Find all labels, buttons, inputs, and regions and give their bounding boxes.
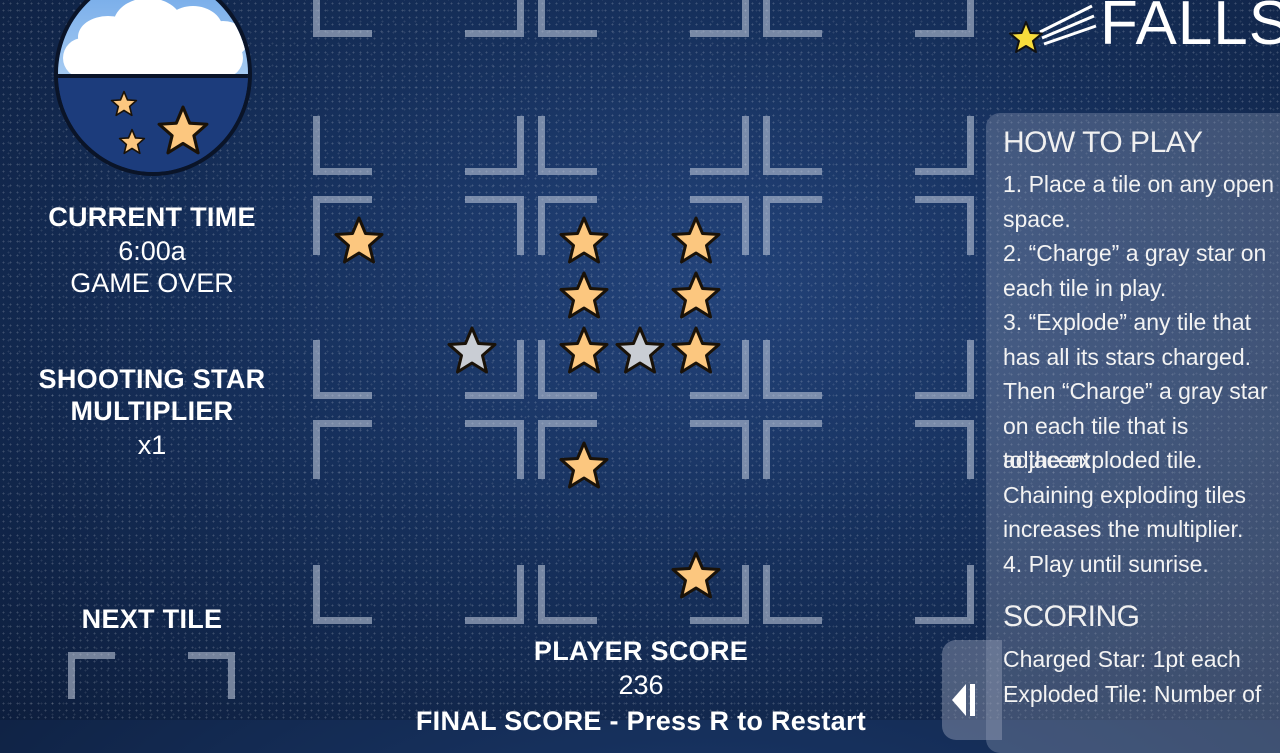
tile-slot-corner	[763, 420, 822, 479]
tile-slot-corner	[690, 0, 749, 37]
how-to-play-line: each tile in play.	[1003, 274, 1167, 301]
how-to-play-line: Then “Charge” a gray star	[1003, 378, 1268, 404]
charged-star-icon[interactable]	[670, 270, 722, 322]
orb-lower	[58, 78, 248, 172]
tile-slot-corner	[763, 340, 822, 399]
tile-slot-corner	[465, 116, 524, 175]
charged-star-icon[interactable]	[558, 270, 610, 322]
multiplier-label-line2: MULTIPLIER	[70, 396, 234, 426]
tile-slot-corner	[763, 565, 822, 624]
scoring-line: Exploded Tile: Number of	[1003, 680, 1262, 707]
scoring-line: Charged Star: 1pt each	[1003, 646, 1241, 672]
orb-star-icon	[156, 104, 210, 158]
uncharged-star-icon[interactable]	[446, 325, 498, 377]
uncharged-star-icon[interactable]	[614, 325, 666, 377]
tile-slot-corner	[465, 0, 524, 37]
charged-star-icon[interactable]	[333, 215, 385, 267]
tile-slot-corner	[313, 0, 372, 37]
tile-slot-corner	[763, 0, 822, 37]
current-time-value: 6:00a	[118, 236, 186, 266]
orb-star-icon	[110, 90, 138, 118]
charged-star-icon[interactable]	[558, 440, 610, 492]
how-to-play-line: increases the multiplier.	[1003, 516, 1244, 542]
charged-star-icon[interactable]	[670, 325, 722, 377]
shooting-star-icon	[1009, 4, 1097, 53]
how-to-play-line: 1. Place a tile on any open	[1003, 171, 1275, 197]
how-to-play-line: to the exploded tile.	[1003, 447, 1203, 473]
how-to-play-line: 3. “Explode” any tile that	[1003, 309, 1252, 335]
collapse-panel-button[interactable]	[942, 640, 1002, 740]
how-to-play-line: 2. “Charge” a gray star on	[1003, 240, 1267, 266]
tile-slot-corner	[690, 116, 749, 175]
logo-text: FALLS	[1100, 0, 1280, 58]
tile-slot-corner	[313, 565, 372, 624]
tile-slot-corner	[915, 420, 974, 479]
current-time-label: CURRENT TIME	[48, 202, 256, 232]
tile-slot-corner	[538, 565, 597, 624]
final-score-text: FINAL SCORE - Press R to Restart	[415, 706, 867, 736]
tile-slot-corner	[465, 420, 524, 479]
tile-slot-corner	[763, 116, 822, 175]
how-to-play-line: space.	[1003, 205, 1071, 232]
charged-star-icon[interactable]	[670, 550, 722, 602]
tile-slot-corner	[915, 0, 974, 37]
collapse-arrow-icon	[952, 684, 975, 716]
charged-star-icon[interactable]	[558, 325, 610, 377]
next-tile-label: NEXT TILE	[81, 604, 223, 634]
multiplier-label-line1: SHOOTING STAR	[38, 364, 266, 394]
tile-slot-corner	[313, 420, 372, 479]
tile-slot-corner	[465, 196, 524, 255]
tile-slot-corner	[915, 565, 974, 624]
tile-slot-corner	[465, 565, 524, 624]
orb-sky	[58, 0, 248, 78]
player-score-value: 236	[618, 670, 664, 700]
how-to-play-line: Chaining exploding tiles	[1003, 481, 1246, 508]
time-of-day-orb	[54, 0, 252, 176]
multiplier-value: x1	[137, 430, 167, 460]
tile-slot-corner	[690, 420, 749, 479]
tile-slot-corner	[915, 340, 974, 399]
charged-star-icon[interactable]	[558, 215, 610, 267]
orb-star-icon	[118, 128, 146, 156]
tile-slot-corner	[915, 196, 974, 255]
tile-slot-corner	[538, 116, 597, 175]
tile-slot-corner	[313, 116, 372, 175]
charged-star-icon[interactable]	[670, 215, 722, 267]
scoring-title: SCORING	[1003, 600, 1140, 633]
how-to-play-line: 4. Play until sunrise.	[1003, 550, 1209, 577]
game-status: GAME OVER	[70, 268, 234, 298]
tile-slot-corner	[313, 340, 372, 399]
tile-slot-corner	[538, 0, 597, 37]
player-score-label: PLAYER SCORE	[533, 636, 749, 666]
tile-slot-corner	[763, 196, 822, 255]
how-to-play-line: has all its stars charged.	[1003, 343, 1252, 370]
how-to-play-title: HOW TO PLAY	[1003, 126, 1203, 159]
tile-slot-corner	[915, 116, 974, 175]
